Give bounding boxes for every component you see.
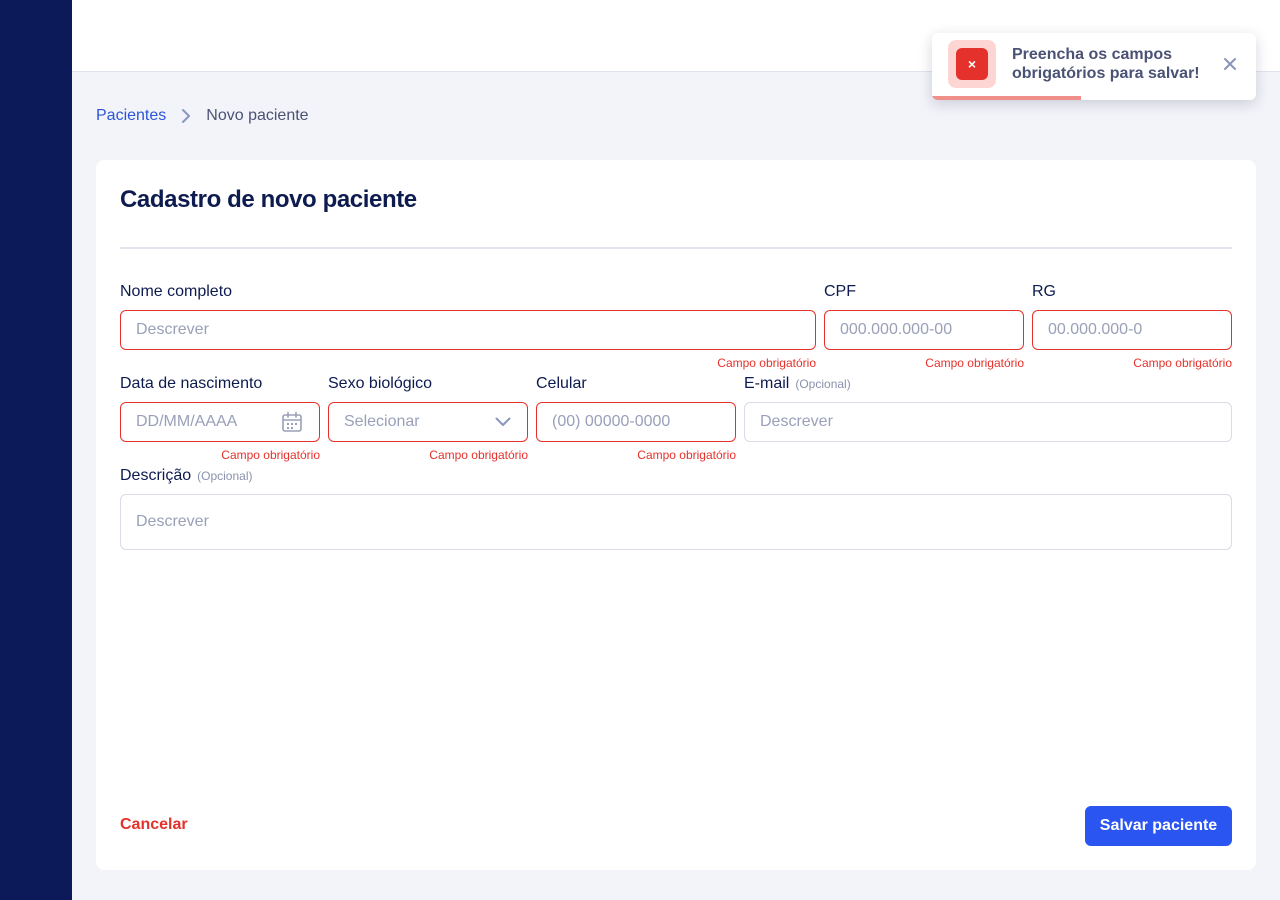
cpf-placeholder: 000.000.000-00 [840, 321, 953, 338]
error-icon: × [956, 48, 988, 80]
breadcrumb-current: Novo paciente [206, 107, 309, 124]
rg-error: Campo obrigatório [1133, 356, 1232, 370]
field-celular: Celular (00) 00000-0000 Campo obrigatóri… [536, 374, 736, 462]
field-nome: Nome completo Descrever Campo obrigatóri… [120, 282, 816, 370]
field-nascimento: Data de nascimento DD/MM/AAAA Campo obri… [120, 374, 320, 462]
descricao-placeholder: Descrever [136, 513, 209, 530]
nascimento-placeholder: DD/MM/AAAA [136, 413, 238, 430]
nome-error: Campo obrigatório [717, 356, 816, 370]
cpf-label: CPF [824, 283, 856, 300]
breadcrumb: Pacientes Novo paciente [96, 105, 309, 127]
nascimento-input[interactable]: DD/MM/AAAA [120, 402, 320, 442]
celular-input[interactable]: (00) 00000-0000 [536, 402, 736, 442]
sexo-placeholder: Selecionar [344, 413, 420, 430]
close-icon[interactable] [1222, 56, 1238, 72]
cpf-input[interactable]: 000.000.000-00 [824, 310, 1024, 350]
nascimento-label: Data de nascimento [120, 375, 263, 392]
descricao-label: Descrição (Opcional) [120, 466, 1232, 486]
descricao-optional-tag: (Opcional) [197, 469, 253, 483]
rg-label: RG [1032, 283, 1056, 300]
email-input[interactable]: Descrever [744, 402, 1232, 442]
celular-error: Campo obrigatório [637, 448, 736, 462]
celular-label: Celular [536, 375, 587, 392]
cancel-button[interactable]: Cancelar [120, 816, 188, 834]
chevron-down-icon [495, 417, 511, 427]
breadcrumb-link-pacientes[interactable]: Pacientes [96, 107, 166, 125]
sexo-label: Sexo biológico [328, 375, 433, 392]
nome-placeholder: Descrever [136, 321, 209, 338]
error-toast: × Preencha os campos obrigatórios para s… [932, 33, 1256, 100]
toast-icon-container: × [948, 40, 996, 88]
field-sexo: Sexo biológico Selecionar Campo obrigató… [328, 374, 528, 462]
descricao-textarea[interactable]: Descrever [120, 494, 1232, 550]
field-cpf: CPF 000.000.000-00 Campo obrigatório [824, 282, 1024, 370]
page-title: Cadastro de novo paciente [120, 186, 417, 213]
nome-input[interactable]: Descrever [120, 310, 816, 350]
title-divider [120, 247, 1232, 249]
toast-message: Preencha os campos obrigatórios para sal… [1012, 46, 1200, 82]
field-email: E-mail (Opcional) Descrever [744, 374, 1232, 442]
descricao-label-text: Descrição [120, 467, 192, 484]
patient-form-card: Cadastro de novo paciente Nome completo … [96, 160, 1256, 870]
calendar-icon[interactable] [281, 411, 303, 433]
field-rg: RG 00.000.000-0 Campo obrigatório [1032, 282, 1232, 370]
rg-input[interactable]: 00.000.000-0 [1032, 310, 1232, 350]
celular-placeholder: (00) 00000-0000 [552, 413, 671, 430]
chevron-right-icon [166, 108, 206, 124]
email-placeholder: Descrever [760, 413, 833, 430]
nome-label: Nome completo [120, 283, 233, 300]
nascimento-error: Campo obrigatório [221, 448, 320, 462]
email-label-text: E-mail [744, 375, 790, 392]
email-label: E-mail (Opcional) [744, 374, 1232, 394]
sexo-select[interactable]: Selecionar [328, 402, 528, 442]
email-optional-tag: (Opcional) [795, 377, 851, 391]
sidebar [0, 0, 72, 900]
sexo-error: Campo obrigatório [429, 448, 528, 462]
rg-placeholder: 00.000.000-0 [1048, 321, 1143, 338]
save-patient-button[interactable]: Salvar paciente [1085, 806, 1232, 846]
toast-progress-bar [932, 96, 1082, 100]
field-descricao: Descrição (Opcional) Descrever [120, 466, 1232, 550]
cpf-error: Campo obrigatório [925, 356, 1024, 370]
